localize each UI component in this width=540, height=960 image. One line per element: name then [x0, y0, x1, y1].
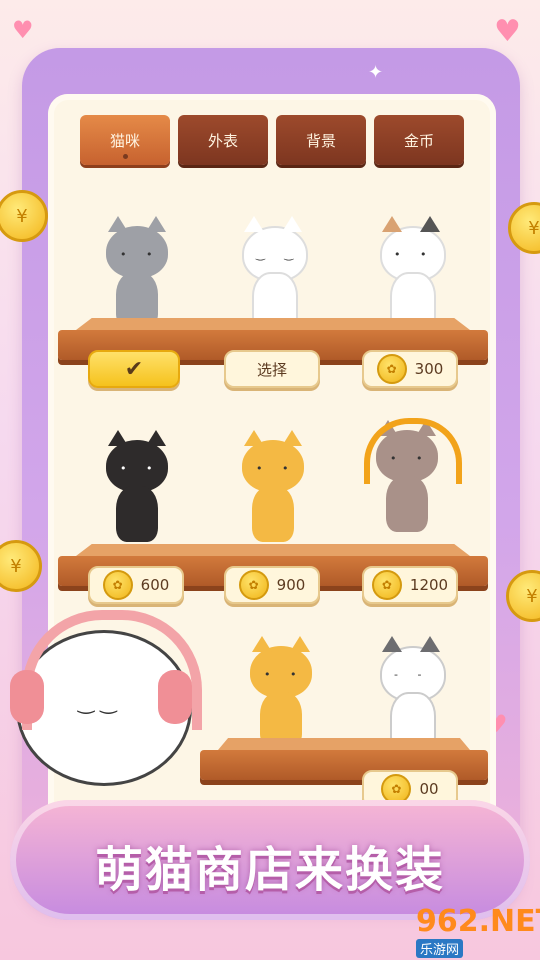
buy-button[interactable]: ✿ 1200	[362, 566, 458, 604]
select-label: 选择	[256, 360, 287, 379]
cat-face: • •	[394, 248, 435, 261]
select-button[interactable]: 选择	[224, 350, 320, 388]
cat-face: • •	[120, 462, 161, 475]
site-watermark: 962.NET 乐游网	[416, 904, 540, 958]
cat-face: • •	[120, 248, 161, 261]
paw-coin-icon: ✿	[376, 354, 407, 384]
watermark-logo: 962.NET	[416, 904, 540, 939]
tab-cats[interactable]: 猫咪	[80, 115, 170, 165]
price-label: 300	[414, 360, 444, 378]
tab-label: 背景	[305, 131, 336, 150]
tab-label: 外表	[207, 131, 238, 150]
check-icon: ✔	[124, 356, 144, 382]
cat-orange-phone[interactable]: • •	[232, 430, 314, 548]
tab-label: 猫咪	[109, 131, 140, 150]
cat-face: • •	[256, 462, 297, 475]
headline: 萌猫商店来换装	[94, 842, 445, 898]
shop-tabs: 猫咪 外表 背景 金币	[80, 115, 464, 167]
cat-black-white[interactable]: • •	[96, 430, 178, 548]
buy-button[interactable]: ✿ 900	[224, 566, 320, 604]
cat-face: • •	[264, 668, 305, 681]
heart-icon: ♥	[494, 14, 521, 49]
cat-orange[interactable]: • •	[240, 636, 322, 754]
heart-icon: ♥	[12, 16, 34, 44]
tab-indicator	[122, 154, 128, 159]
tab-background[interactable]: 背景	[276, 115, 366, 165]
cat-calico[interactable]: • •	[370, 216, 452, 334]
cat-face: - -	[394, 668, 430, 681]
tab-appearance[interactable]: 外表	[178, 115, 268, 165]
paw-coin-icon: ✿	[238, 570, 269, 600]
cat-grey-tabby[interactable]: • •	[96, 216, 178, 334]
paw-coin-icon: ✿	[102, 570, 133, 600]
price-label: 900	[276, 576, 306, 594]
tab-coins[interactable]: 金币	[374, 115, 464, 165]
cat-face: ‿ ‿	[256, 248, 302, 261]
buy-button[interactable]: ✿ 600	[88, 566, 184, 604]
selected-button[interactable]: ✔	[88, 350, 180, 388]
price-label: 600	[140, 576, 170, 594]
cat-grey-white[interactable]: - -	[370, 636, 452, 754]
tab-label: 金币	[403, 131, 434, 150]
mascot-cat-with-headphones: ‿ ‿	[10, 610, 202, 810]
paw-coin-icon: ✿	[371, 570, 402, 600]
cat-face: • •	[390, 452, 431, 465]
star-icon: ✦	[368, 62, 384, 83]
price-label: 00	[419, 780, 439, 798]
cat-white[interactable]: ‿ ‿	[232, 216, 314, 334]
cat-brown-headphones[interactable]: • •	[364, 418, 462, 538]
price-label: 1200	[409, 576, 449, 594]
watermark-sub: 乐游网	[416, 939, 464, 958]
buy-button[interactable]: ✿ 300	[362, 350, 458, 388]
